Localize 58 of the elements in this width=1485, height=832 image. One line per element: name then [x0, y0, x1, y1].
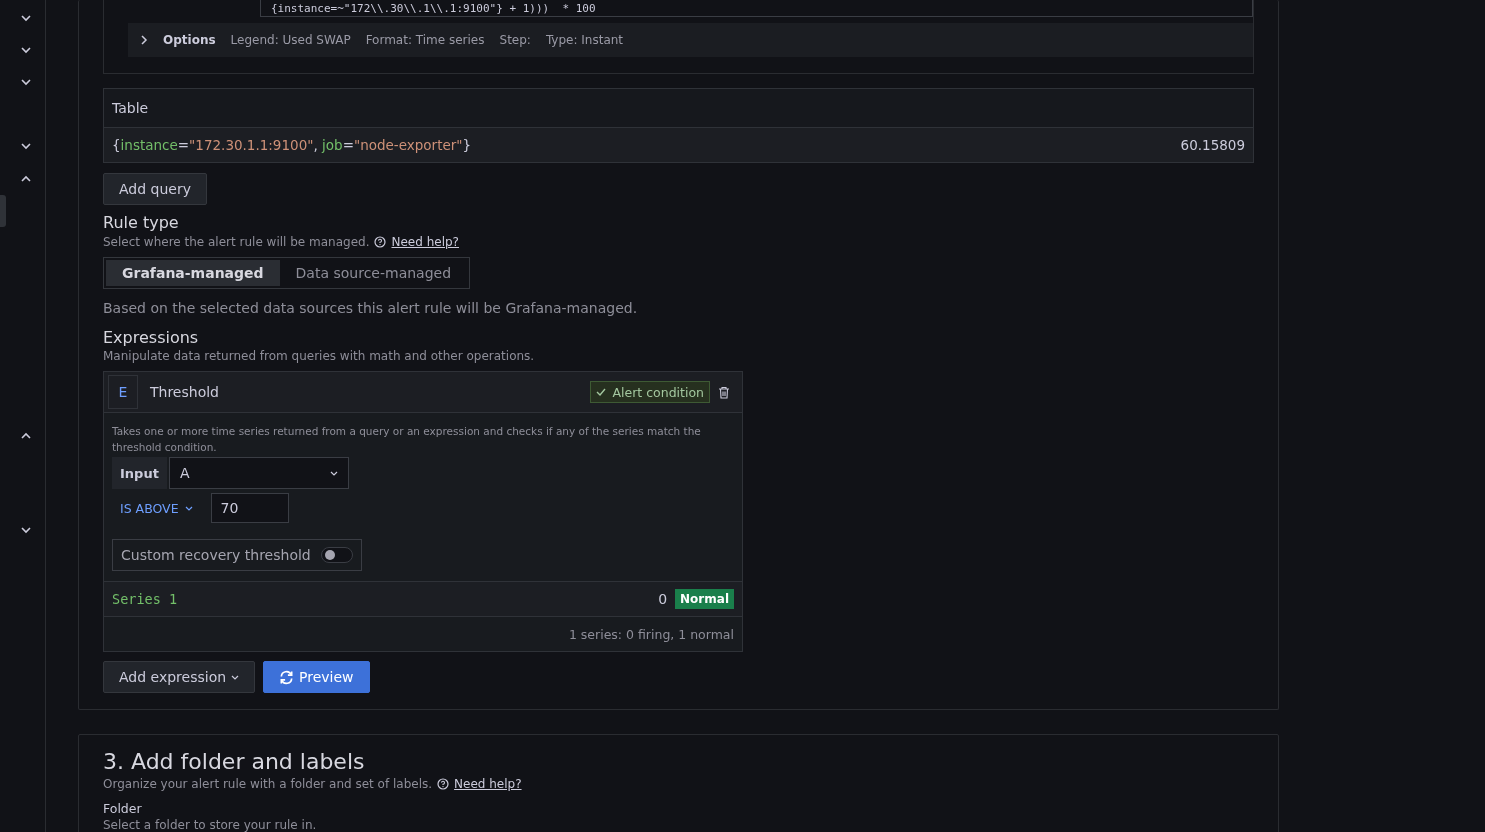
chevron-down-icon[interactable] [21, 47, 31, 54]
chevron-down-icon[interactable] [21, 527, 31, 534]
rule-type-option[interactable]: Grafana-managed [106, 260, 280, 286]
chevron-down-icon [329, 470, 338, 476]
field-label: Folder [103, 801, 143, 816]
help-link[interactable]: Need help? [454, 777, 522, 791]
check-icon [596, 388, 607, 396]
sidebar-handle[interactable] [0, 195, 6, 227]
option-text: Step: [499, 33, 531, 47]
query-text: {instance=~"172\\.30\\.1\\.1:9100"} + 1))) * 100 [271, 2, 596, 16]
table-title: Table [112, 100, 149, 116]
add-expression-button[interactable]: Add expression [103, 661, 256, 693]
option-text: Legend: Used SWAP [230, 33, 351, 47]
section-heading: Rule type [103, 213, 180, 232]
trash-icon[interactable] [718, 385, 730, 399]
series-name: Series 1 [112, 591, 178, 607]
operator-dropdown[interactable]: IS ABOVE [112, 500, 201, 516]
refresh-icon [279, 669, 295, 685]
description-text: Select where the alert rule will be managed. [103, 235, 370, 249]
expression-name: Threshold [150, 384, 219, 400]
chevron-down-icon [231, 674, 240, 680]
threshold-input[interactable]: 70 [210, 493, 289, 523]
rule-type-option[interactable]: Data source-managed [279, 260, 468, 286]
add-query-button[interactable]: Add query [103, 173, 207, 205]
option-text: Type: Instant [545, 33, 624, 47]
chevron-right-icon [140, 35, 148, 45]
query-editor[interactable]: {instance=~"172\\.30\\.1\\.1:9100"} + 1))) * 100 [260, 0, 1253, 17]
table-value: 60.15809 [1180, 137, 1245, 153]
section-heading: 3. Add folder and labels [103, 749, 366, 774]
chevron-down-icon[interactable] [21, 15, 31, 22]
options-row[interactable]: Options Legend: Used SWAP Format: Time series Step: Type: Instant [128, 23, 1253, 57]
preview-button[interactable]: Preview [263, 661, 370, 693]
chevron-down-icon[interactable] [21, 79, 31, 86]
series-value: 0 [658, 591, 668, 607]
info-text: Based on the selected data sources this alert rule will be Grafana-managed. [103, 300, 639, 316]
help-icon [437, 778, 450, 790]
toggle-switch[interactable] [320, 547, 353, 563]
description-text: Select a folder to store your rule in. [103, 818, 318, 832]
chevron-down-icon [184, 505, 193, 511]
recovery-label: Custom recovery threshold [121, 547, 311, 563]
description-text: Manipulate data returned from queries with math and other operations. [103, 349, 536, 363]
alert-condition-button[interactable]: Alert condition [590, 381, 710, 403]
help-link[interactable]: Need help? [391, 235, 459, 249]
options-label: Options [163, 33, 216, 47]
section-heading: Expressions [103, 328, 200, 347]
state-badge: Normal [675, 589, 734, 609]
option-text: Format: Time series [365, 33, 485, 47]
help-icon [374, 236, 387, 248]
description-text: Organize your alert rule with a folder and set of labels. [103, 777, 433, 791]
input-select[interactable]: A [168, 457, 349, 489]
summary-text: 1 series: 0 firing, 1 normal [568, 626, 734, 642]
chevron-down-icon[interactable] [21, 143, 31, 150]
input-label: Input [112, 457, 167, 489]
chevron-up-icon[interactable] [21, 432, 31, 439]
series-labels: {instance="172.30.1.1:9100", job="node-exporter"} [112, 137, 472, 153]
chevron-up-icon[interactable] [21, 175, 31, 182]
description-text: Takes one or more time series returned from a query or an expression and checks if any of the series match the threshold condition. [112, 424, 702, 455]
ref-badge: E [108, 375, 138, 409]
